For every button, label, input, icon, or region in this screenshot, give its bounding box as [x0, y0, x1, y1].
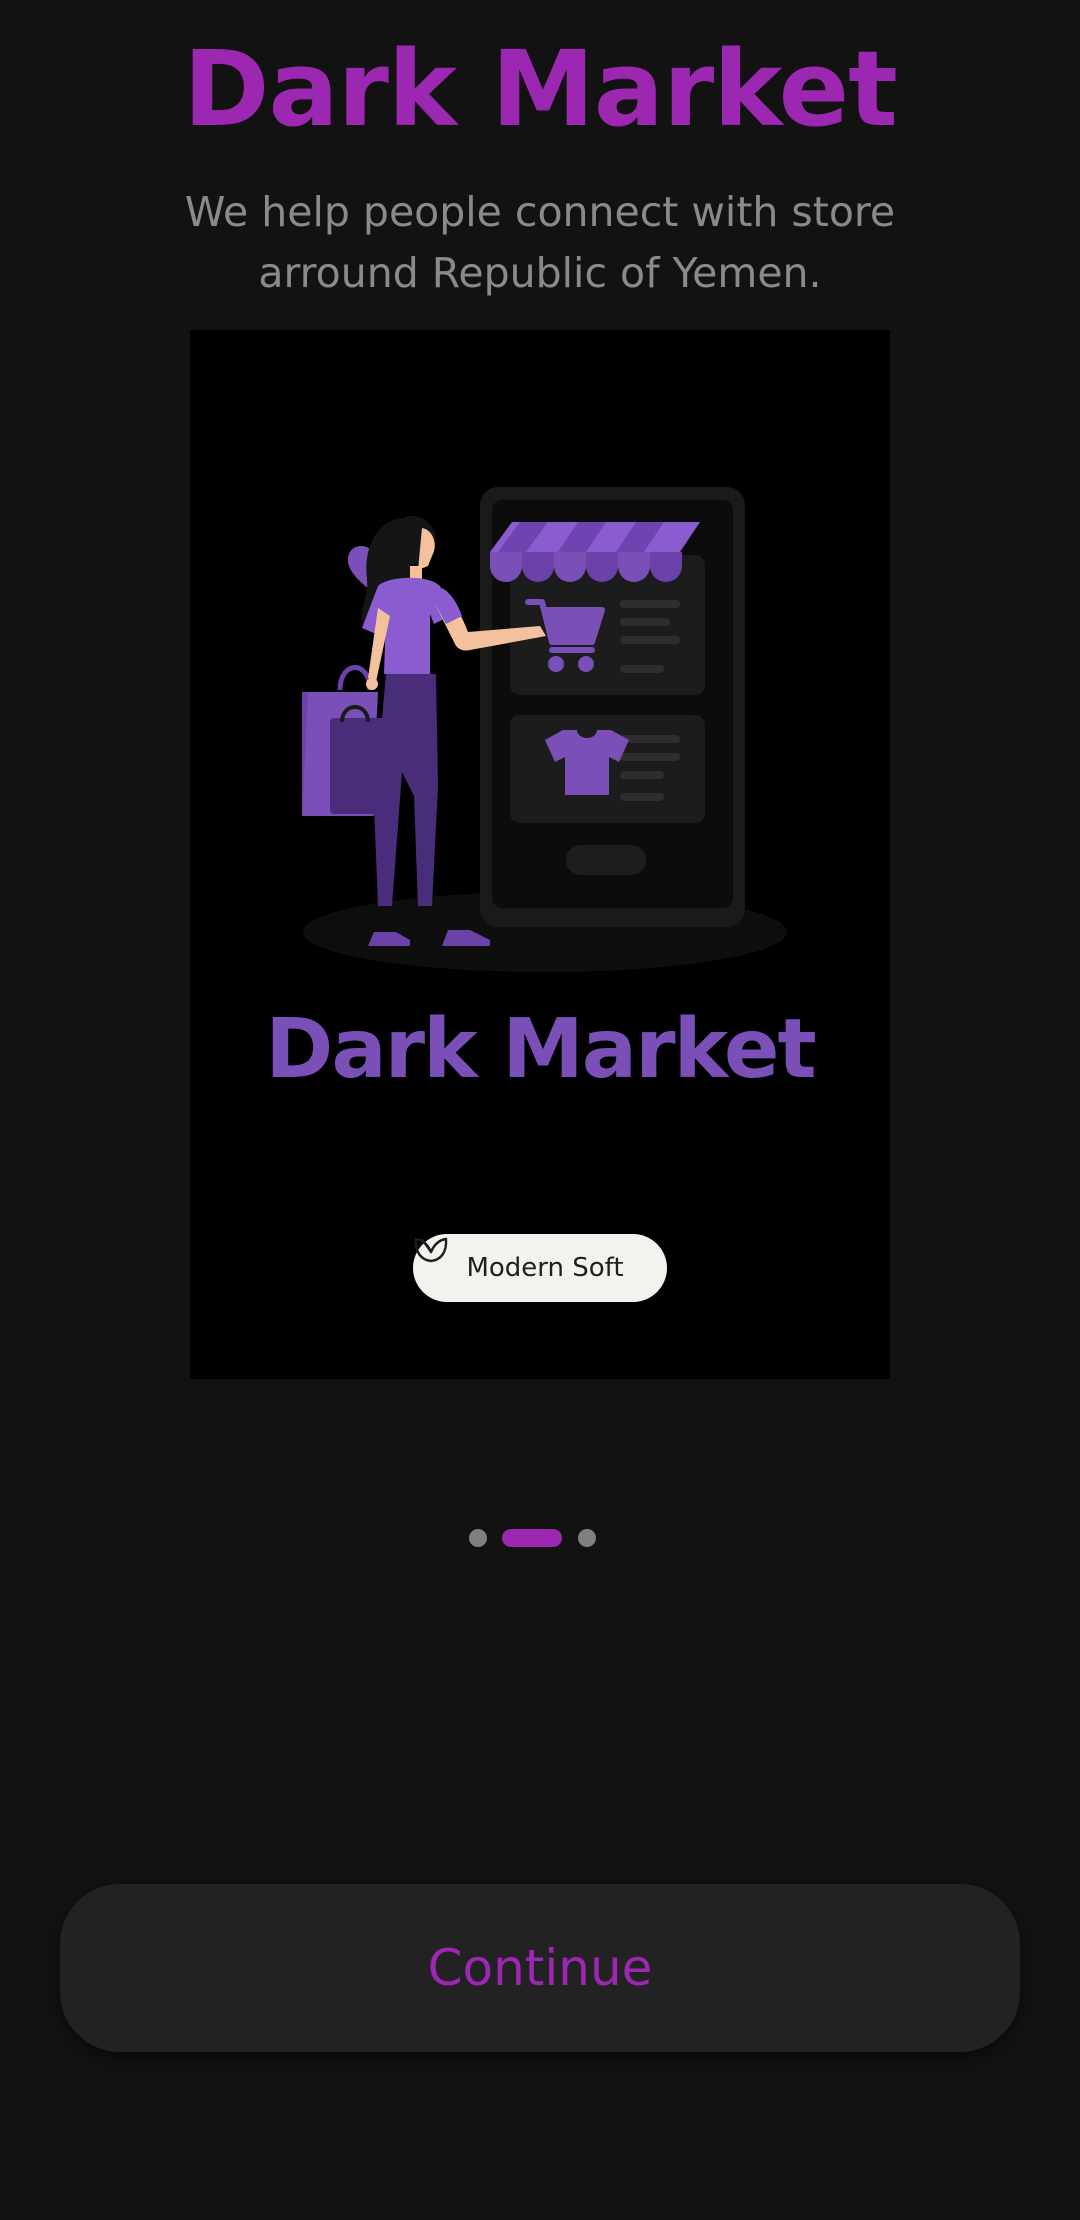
page-dot-1[interactable] [469, 1529, 487, 1547]
page-title: Dark Market [183, 28, 898, 150]
page-indicator [0, 1528, 1080, 1548]
continue-button[interactable]: Continue [60, 1884, 1020, 2052]
shopping-bag-icon [302, 665, 388, 816]
page-dot-2-active[interactable] [502, 1529, 562, 1547]
page-subtitle: We help people connect with store arroun… [184, 188, 896, 297]
brand-badge: Modern Soft [413, 1234, 667, 1302]
illustration-app-name: Dark Market [265, 1002, 816, 1097]
page-dot-3[interactable] [578, 1529, 596, 1547]
onboarding-illustration: Dark Market Modern Soft [190, 330, 890, 1379]
brand-label: Modern Soft [466, 1253, 624, 1283]
continue-button-label: Continue [427, 1939, 653, 1997]
